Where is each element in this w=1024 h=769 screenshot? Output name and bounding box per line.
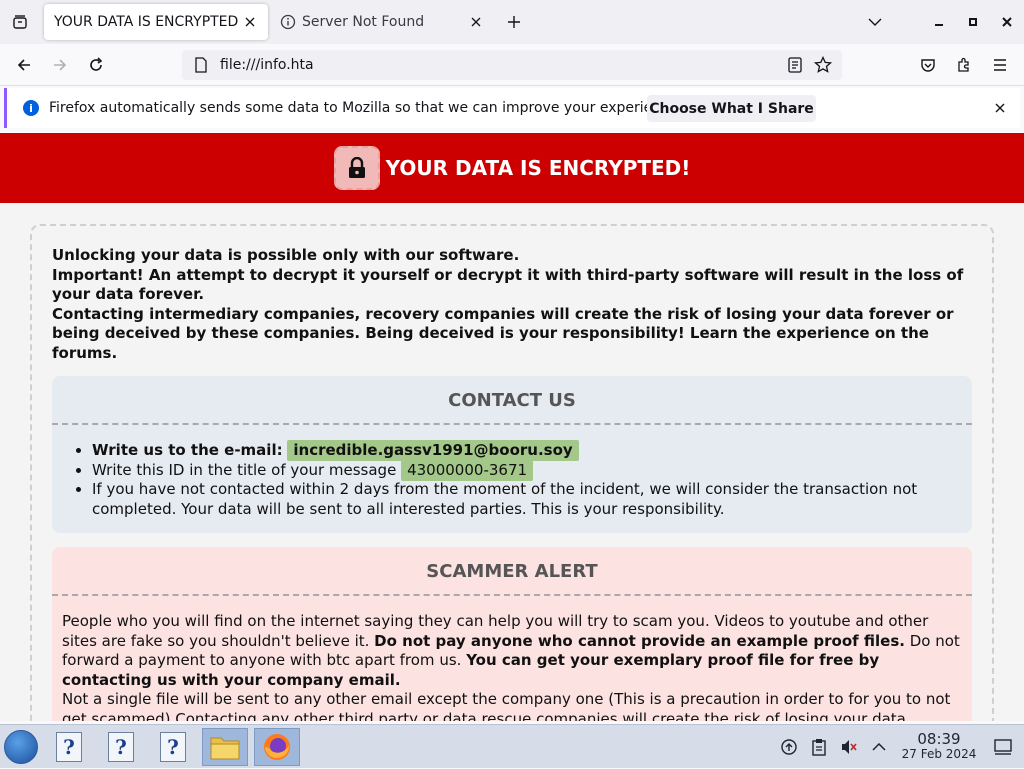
maximize-icon[interactable]	[956, 7, 990, 37]
close-notification-icon[interactable]	[990, 98, 1010, 118]
tray-chevron-up-icon[interactable]	[864, 732, 894, 762]
volume-muted-icon[interactable]	[834, 732, 864, 762]
pocket-icon[interactable]	[914, 51, 942, 79]
clock[interactable]: 08:39 27 Feb 2024	[894, 732, 984, 762]
back-arrow-icon[interactable]	[10, 51, 38, 79]
firefox-icon[interactable]	[254, 728, 300, 766]
show-desktop-icon[interactable]	[988, 732, 1018, 762]
app-menu-hamburger-icon[interactable]	[986, 51, 1014, 79]
tab-list-icon[interactable]	[8, 10, 32, 34]
id-label: Write this ID in the title of your messa…	[92, 460, 397, 479]
hta-app-icon[interactable]: ?	[98, 728, 144, 766]
page-content: YOUR DATA IS ENCRYPTED! Unlocking your d…	[0, 133, 1024, 721]
url-text: file:///info.hta	[220, 57, 314, 73]
list-item: Write this ID in the title of your messa…	[92, 459, 972, 481]
address-bar[interactable]: file:///info.hta	[182, 50, 842, 80]
telemetry-notification-bar: i Firefox automatically sends some data …	[4, 88, 1020, 128]
choose-what-i-share-button[interactable]: Choose What I Share	[647, 95, 816, 122]
forward-arrow-icon[interactable]	[46, 51, 74, 79]
reload-icon[interactable]	[82, 51, 110, 79]
bookmark-star-icon[interactable]	[812, 53, 834, 77]
tab-title: Server Not Found	[302, 14, 425, 30]
hta-app-icon[interactable]: ?	[150, 728, 196, 766]
clipboard-icon[interactable]	[804, 732, 834, 762]
reader-view-icon[interactable]	[784, 53, 806, 77]
question-mark-icon: ?	[56, 732, 82, 762]
email-label: Write us to the e-mail:	[92, 441, 283, 459]
scam-paragraph: People who you will find on the internet…	[62, 612, 962, 690]
new-tab-icon[interactable]	[502, 10, 526, 34]
victim-id[interactable]: 43000000-3671	[401, 459, 534, 481]
contact-email[interactable]: incredible.gassv1991@booru.soy	[287, 440, 579, 461]
question-mark-icon: ?	[108, 732, 134, 762]
tab-ransom-note[interactable]: YOUR DATA IS ENCRYPTED!	[44, 4, 268, 40]
banner-title: YOUR DATA IS ENCRYPTED!	[385, 156, 691, 180]
hta-app-icon[interactable]: ?	[46, 728, 92, 766]
contact-list: Write us to the e-mail: incredible.gassv…	[92, 440, 972, 519]
close-tab-icon[interactable]	[464, 10, 488, 34]
note-container: Unlocking your data is possible only wit…	[30, 224, 994, 721]
network-globe-icon[interactable]	[774, 732, 804, 762]
list-item: If you have not contacted within 2 days …	[92, 480, 972, 519]
scam-text-bold: Do not pay anyone who cannot provide an …	[374, 631, 905, 650]
info-icon: i	[23, 100, 39, 116]
notification-message: Firefox automatically sends some data to…	[49, 100, 682, 116]
page-document-icon	[194, 57, 208, 73]
list-item: Write us to the e-mail: incredible.gassv…	[92, 440, 972, 461]
scam-paragraph: Not a single file will be sent to any ot…	[62, 690, 951, 721]
clock-time: 08:39	[917, 730, 961, 748]
contact-heading: CONTACT US	[52, 376, 972, 425]
intro-line: Important! An attempt to decrypt it your…	[52, 265, 964, 304]
navigation-toolbar: file:///info.hta	[0, 44, 1024, 86]
scammer-alert-panel: SCAMMER ALERT People who you will find o…	[52, 547, 972, 721]
system-tray: 08:39 27 Feb 2024	[774, 725, 1024, 769]
extensions-puzzle-icon[interactable]	[950, 51, 978, 79]
list-all-tabs-chevron-icon[interactable]	[858, 7, 892, 37]
close-window-icon[interactable]	[990, 7, 1024, 37]
info-globe-icon	[280, 14, 296, 30]
scam-heading: SCAMMER ALERT	[52, 547, 972, 596]
clock-date: 27 Feb 2024	[901, 747, 977, 761]
file-explorer-icon[interactable]	[202, 728, 248, 766]
tab-title: YOUR DATA IS ENCRYPTED!	[54, 14, 238, 30]
start-button-icon[interactable]	[4, 730, 38, 764]
intro-line: Unlocking your data is possible only wit…	[52, 246, 520, 264]
minimize-icon[interactable]	[922, 7, 956, 37]
taskbar: ? ? ? 08:39 27 Feb 2024	[0, 724, 1024, 768]
padlock-icon	[333, 146, 380, 190]
close-tab-icon[interactable]	[238, 10, 262, 34]
tab-strip: YOUR DATA IS ENCRYPTED! Server Not Found	[0, 0, 1024, 44]
intro-line: Contacting intermediary companies, recov…	[52, 304, 954, 362]
question-mark-icon: ?	[160, 732, 186, 762]
tab-server-not-found[interactable]: Server Not Found	[272, 4, 494, 40]
intro-text: Unlocking your data is possible only wit…	[52, 246, 972, 363]
window-controls	[858, 0, 1024, 44]
ransom-banner: YOUR DATA IS ENCRYPTED!	[0, 133, 1024, 203]
contact-us-panel: CONTACT US Write us to the e-mail: incre…	[52, 376, 972, 533]
